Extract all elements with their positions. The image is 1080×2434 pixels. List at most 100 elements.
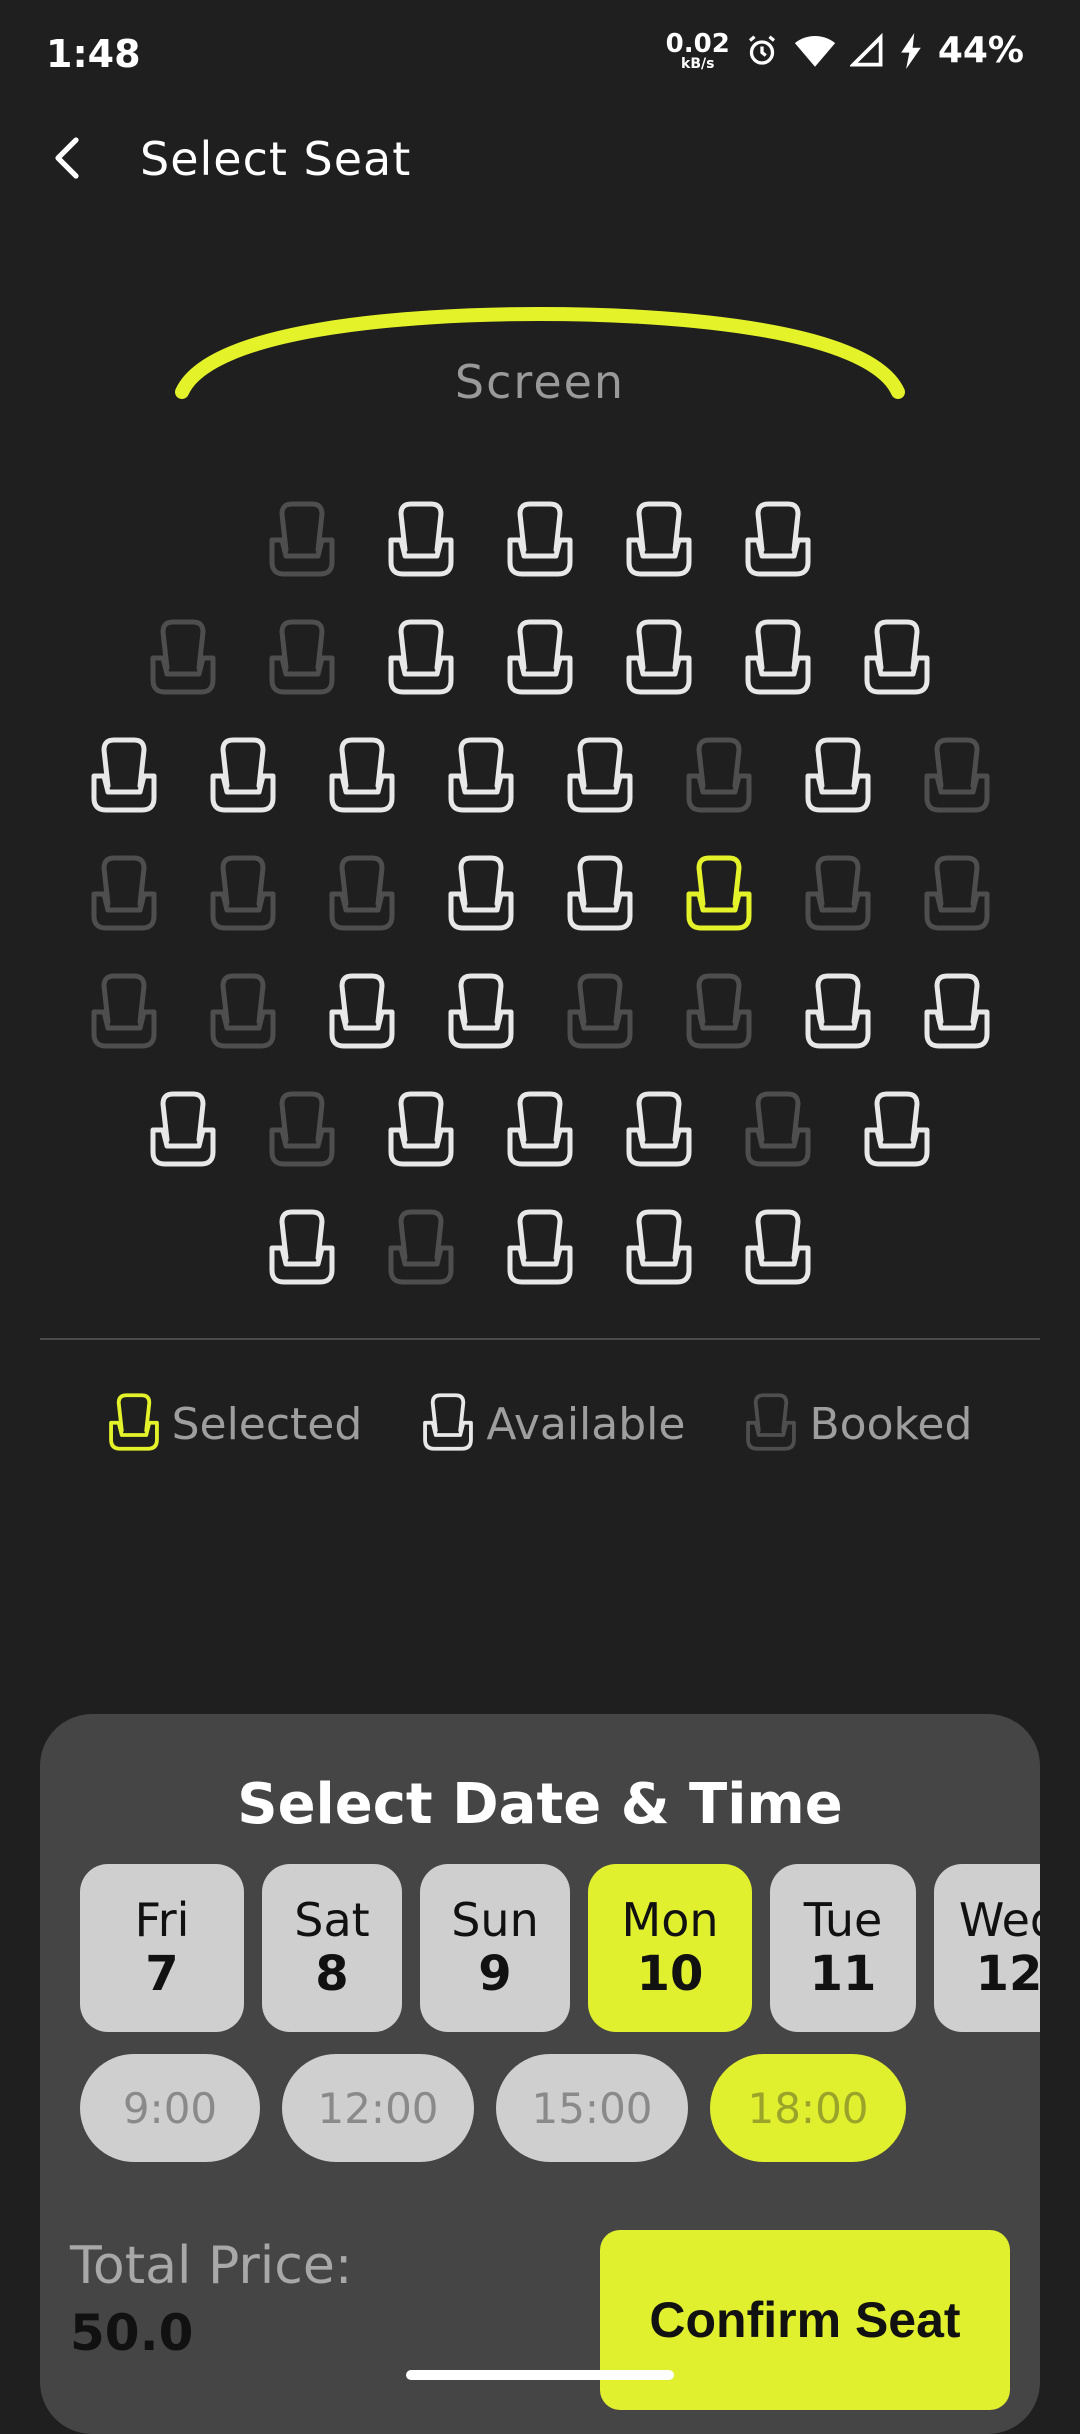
seat-row-3 bbox=[0, 716, 1080, 834]
network-speed-value: 0.02 bbox=[665, 28, 730, 59]
seat-available-icon[interactable] bbox=[923, 972, 991, 1050]
seat-available-icon[interactable] bbox=[506, 1208, 574, 1286]
seat-available-icon[interactable] bbox=[328, 972, 396, 1050]
signal-icon bbox=[849, 32, 883, 66]
seat-available-icon[interactable] bbox=[447, 736, 515, 814]
seat-available-icon[interactable] bbox=[90, 736, 158, 814]
seat-row-4 bbox=[0, 834, 1080, 952]
date-chip-tue[interactable]: Tue 11 bbox=[770, 1864, 916, 2032]
seat-booked-icon bbox=[268, 618, 336, 696]
seat-row-1 bbox=[0, 480, 1080, 598]
seat-available-icon[interactable] bbox=[744, 500, 812, 578]
seat-available-icon[interactable] bbox=[804, 736, 872, 814]
seat-available-icon[interactable] bbox=[387, 618, 455, 696]
date-chip-mon[interactable]: Mon 10 bbox=[588, 1864, 752, 2032]
network-speed: 0.02 kB/s bbox=[666, 31, 730, 71]
seat-booked-icon bbox=[745, 1392, 797, 1456]
seat-available-icon[interactable] bbox=[863, 1090, 931, 1168]
time-chip-18[interactable]: 18:00 bbox=[710, 2054, 906, 2162]
seat-available-icon[interactable] bbox=[863, 618, 931, 696]
seat-booked-icon bbox=[387, 1208, 455, 1286]
status-time: 1:48 bbox=[46, 32, 141, 76]
seat-available-icon bbox=[422, 1392, 474, 1456]
total-price-value: 50.0 bbox=[70, 2304, 194, 2362]
seat-row-7 bbox=[0, 1188, 1080, 1306]
date-day: 12 bbox=[975, 1945, 1040, 2002]
legend-available: Available bbox=[422, 1392, 685, 1456]
screen-label: Screen bbox=[454, 355, 626, 409]
date-day: 10 bbox=[636, 1945, 704, 2002]
network-speed-unit: kB/s bbox=[681, 55, 715, 72]
seat-row-2 bbox=[0, 598, 1080, 716]
seat-available-icon[interactable] bbox=[804, 972, 872, 1050]
seat-booked-icon bbox=[90, 972, 158, 1050]
date-dow: Wed bbox=[958, 1892, 1040, 1947]
seat-available-icon[interactable] bbox=[625, 500, 693, 578]
seat-available-icon[interactable] bbox=[566, 854, 634, 932]
date-dow: Tue bbox=[803, 1892, 883, 1947]
page-title: Select Seat bbox=[140, 132, 412, 186]
legend-selected: Selected bbox=[108, 1392, 363, 1456]
time-chip-15[interactable]: 15:00 bbox=[496, 2054, 688, 2162]
seat-row-5 bbox=[0, 952, 1080, 1070]
seat-available-icon[interactable] bbox=[328, 736, 396, 814]
seat-available-icon[interactable] bbox=[566, 736, 634, 814]
seat-available-icon[interactable] bbox=[447, 972, 515, 1050]
time-chip-9[interactable]: 9:00 bbox=[80, 2054, 260, 2162]
seat-available-icon[interactable] bbox=[506, 500, 574, 578]
seat-booked-icon bbox=[685, 972, 753, 1050]
seat-booked-icon bbox=[923, 854, 991, 932]
seat-available-icon[interactable] bbox=[625, 1208, 693, 1286]
seat-booked-icon bbox=[923, 736, 991, 814]
wifi-icon bbox=[794, 35, 835, 67]
seat-booked-icon bbox=[744, 1090, 812, 1168]
seat-booked-icon bbox=[685, 736, 753, 814]
seat-selected-icon[interactable] bbox=[685, 854, 753, 932]
seat-available-icon[interactable] bbox=[625, 618, 693, 696]
seat-booked-icon bbox=[566, 972, 634, 1050]
legend-label: Selected bbox=[171, 1398, 363, 1450]
time-chip-12[interactable]: 12:00 bbox=[282, 2054, 474, 2162]
seat-available-icon[interactable] bbox=[625, 1090, 693, 1168]
date-dow: Fri bbox=[134, 1892, 190, 1947]
seat-booked-icon bbox=[209, 854, 277, 932]
seat-available-icon[interactable] bbox=[149, 1090, 217, 1168]
seat-available-icon[interactable] bbox=[744, 618, 812, 696]
charging-icon bbox=[901, 32, 921, 69]
seat-booked-icon bbox=[268, 500, 336, 578]
total-price-label: Total Price: bbox=[70, 2236, 353, 2296]
status-bar: 1:48 0.02 kB/s 44% bbox=[0, 0, 1080, 110]
seat-available-icon[interactable] bbox=[506, 618, 574, 696]
date-day: 7 bbox=[145, 1945, 179, 2002]
seat-booked-icon bbox=[90, 854, 158, 932]
legend-label: Available bbox=[486, 1398, 686, 1450]
seat-available-icon[interactable] bbox=[387, 500, 455, 578]
seat-available-icon[interactable] bbox=[506, 1090, 574, 1168]
date-chip-sun[interactable]: Sun 9 bbox=[420, 1864, 570, 2032]
seat-row-6 bbox=[0, 1070, 1080, 1188]
seat-available-icon[interactable] bbox=[209, 736, 277, 814]
date-day: 9 bbox=[478, 1945, 512, 2002]
battery-percentage: 44% bbox=[937, 30, 1024, 71]
time-selector: 9:00 12:00 15:00 18:00 bbox=[80, 2054, 906, 2162]
seat-available-icon[interactable] bbox=[744, 1208, 812, 1286]
confirm-seat-button[interactable]: Confirm Seat bbox=[600, 2230, 1010, 2410]
date-dow: Sun bbox=[451, 1892, 539, 1947]
date-dow: Mon bbox=[621, 1892, 719, 1947]
seat-booked-icon bbox=[149, 618, 217, 696]
date-chip-wed[interactable]: Wed 12 bbox=[934, 1864, 1040, 2032]
date-chip-sat[interactable]: Sat 8 bbox=[262, 1864, 402, 2032]
chevron-left-icon[interactable] bbox=[46, 134, 94, 182]
seat-available-icon[interactable] bbox=[268, 1208, 336, 1286]
seat-available-icon[interactable] bbox=[387, 1090, 455, 1168]
seat-booked-icon bbox=[804, 854, 872, 932]
legend-label: Booked bbox=[809, 1398, 973, 1450]
seat-available-icon[interactable] bbox=[447, 854, 515, 932]
date-selector: Fri 7 Sat 8 Sun 9 Mon 10 Tue 11 Wed 12 bbox=[80, 1864, 1040, 2034]
legend-booked: Booked bbox=[745, 1392, 972, 1456]
seat-booked-icon bbox=[268, 1090, 336, 1168]
date-chip-fri[interactable]: Fri 7 bbox=[80, 1864, 244, 2032]
status-icons: 0.02 kB/s 44% bbox=[666, 30, 1024, 71]
seat-booked-icon bbox=[328, 854, 396, 932]
date-day: 8 bbox=[315, 1945, 349, 2002]
